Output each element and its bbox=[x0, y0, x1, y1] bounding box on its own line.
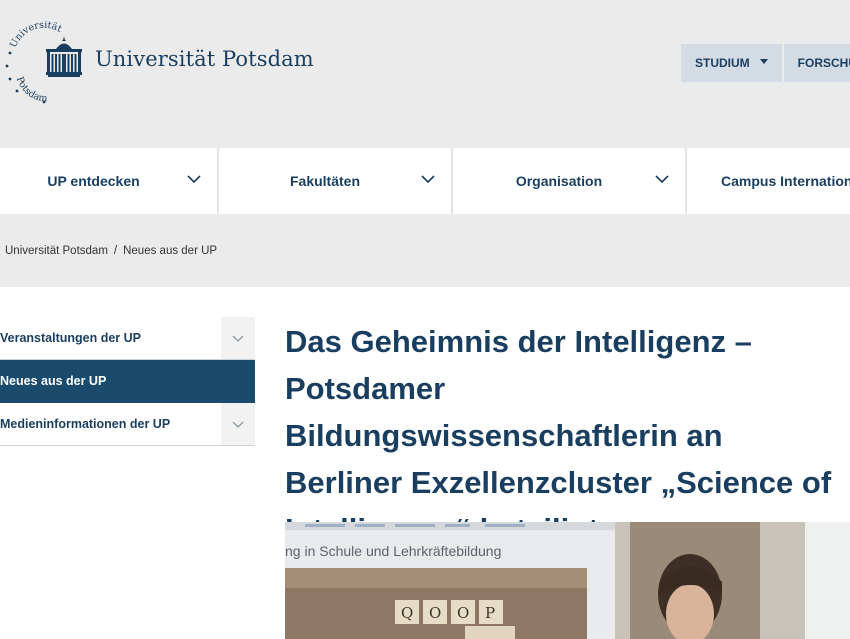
mainnav-fakultaeten[interactable]: Fakultäten bbox=[219, 148, 453, 214]
side-navigation: Veranstaltungen der UP Neues aus der UP … bbox=[0, 317, 255, 446]
topnav-forschung[interactable]: FORSCHU bbox=[783, 44, 850, 82]
mainnav-fakultaeten-label: Fakultäten bbox=[289, 173, 360, 189]
svg-text:Q: Q bbox=[401, 604, 413, 622]
chevron-down-icon bbox=[655, 175, 669, 184]
breadcrumb-band: Universität Potsdam / Neues aus der UP bbox=[0, 214, 850, 287]
chevron-down-icon bbox=[232, 421, 244, 428]
topnav-forschung-label: FORSCHU bbox=[797, 56, 850, 70]
hero-photo: ng in Schule und Lehrkräftebildung Q O O… bbox=[285, 522, 850, 639]
chevron-down-icon bbox=[187, 175, 201, 184]
svg-text:P: P bbox=[485, 604, 495, 622]
breadcrumb-current[interactable]: Neues aus der UP bbox=[123, 245, 217, 257]
mainnav-up-entdecken[interactable]: UP entdecken bbox=[0, 148, 219, 214]
caret-down-icon bbox=[759, 58, 768, 64]
logo-wordmark[interactable]: Universität Potsdam bbox=[95, 47, 314, 71]
sidenav-item-veranstaltungen[interactable]: Veranstaltungen der UP bbox=[0, 317, 255, 360]
article-headline: Das Geheimnis der Intelligenz – Potsdame… bbox=[285, 324, 832, 547]
chevron-down-icon bbox=[421, 175, 435, 184]
mainnav-organisation-label: Organisation bbox=[515, 173, 603, 189]
mainnav-campus-international-label: Campus Internation bbox=[721, 173, 850, 189]
hero-screen-text: ng in Schule und Lehrkräftebildung bbox=[285, 543, 501, 559]
sidenav-item-label: Veranstaltungen der UP bbox=[0, 331, 142, 345]
mainnav-organisation[interactable]: Organisation bbox=[453, 148, 687, 214]
topnav-studium-label: STUDIUM bbox=[695, 56, 750, 70]
topnav-studium[interactable]: STUDIUM bbox=[681, 44, 782, 82]
sidenav-item-label: Medieninformationen der UP bbox=[0, 417, 171, 431]
university-seal-icon: Universität Potsdam bbox=[5, 20, 82, 104]
sidenav-expand-toggle[interactable] bbox=[221, 403, 255, 445]
top-navigation: STUDIUM FORSCHU bbox=[681, 44, 850, 82]
mainnav-campus-international[interactable]: Campus Internation bbox=[687, 148, 850, 214]
breadcrumb-home-link[interactable]: Universität Potsdam bbox=[5, 245, 108, 257]
mainnav-up-entdecken-label: UP entdecken bbox=[47, 173, 140, 189]
main-navigation: UP entdecken Fakultäten Organisation Cam… bbox=[0, 148, 850, 214]
sidenav-item-medieninformationen[interactable]: Medieninformationen der UP bbox=[0, 403, 255, 446]
sidenav-expand-toggle[interactable] bbox=[221, 317, 255, 359]
chevron-down-icon bbox=[232, 335, 244, 342]
svg-text:O: O bbox=[429, 604, 441, 622]
sidenav-item-label: Neues aus der UP bbox=[0, 374, 107, 388]
svg-text:Universität: Universität bbox=[8, 20, 64, 50]
svg-text:Potsdam: Potsdam bbox=[14, 75, 48, 104]
site-header: Universität Potsdam Universität Potsdam … bbox=[0, 0, 850, 148]
sidenav-item-neues[interactable]: Neues aus der UP bbox=[0, 360, 255, 403]
breadcrumb-separator: / bbox=[113, 245, 118, 257]
breadcrumb: Universität Potsdam / Neues aus der UP bbox=[5, 245, 217, 257]
svg-text:O: O bbox=[457, 604, 469, 622]
article-hero-image: ng in Schule und Lehrkräftebildung Q O O… bbox=[285, 522, 850, 639]
